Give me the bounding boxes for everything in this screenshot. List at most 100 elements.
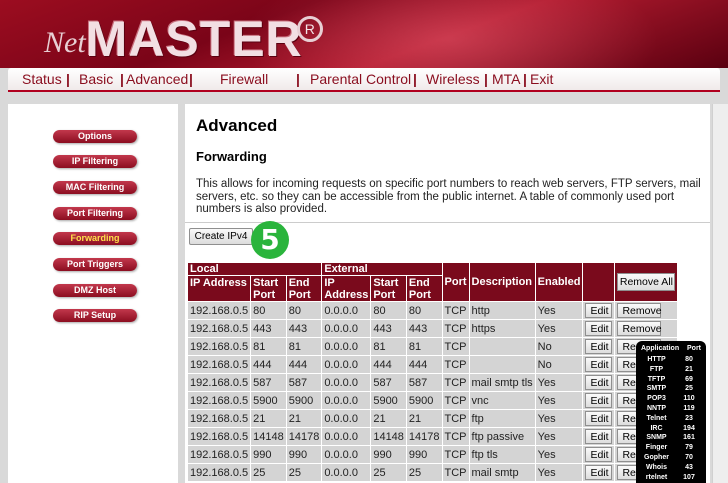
table-cell: 25 bbox=[370, 463, 407, 482]
edit-button[interactable]: Edit bbox=[585, 375, 613, 390]
sidebar-port-triggers[interactable]: Port Triggers bbox=[53, 258, 137, 271]
nav-separator: | bbox=[523, 71, 527, 87]
port-ref-row: SNMP 161 bbox=[636, 433, 706, 443]
nav-firewall[interactable]: Firewall bbox=[220, 71, 268, 87]
table-cell: 443 bbox=[405, 319, 443, 338]
port-ref-row: Telnet 23 bbox=[636, 414, 706, 424]
sidebar-forwarding[interactable]: Forwarding bbox=[53, 232, 137, 245]
col-header-local-start: Start Port bbox=[250, 275, 287, 302]
table-cell: 192.168.0.5 bbox=[186, 373, 252, 392]
edit-cell: Edit bbox=[582, 301, 616, 320]
table-cell: 81 bbox=[405, 337, 443, 356]
group-header-local: Local bbox=[186, 262, 323, 276]
table-cell: 14178 bbox=[285, 427, 323, 446]
step-badge: 5 bbox=[251, 221, 289, 259]
table-cell: 192.168.0.5 bbox=[186, 301, 252, 320]
col-header-description: Description bbox=[468, 262, 536, 302]
sidebar-port-filtering[interactable]: Port Filtering bbox=[53, 207, 137, 220]
port-reference-panel: Application Port HTTP 80 FTP 21 TFTP 69 SMTP 25… bbox=[636, 341, 706, 483]
port-ref-app: Telnet bbox=[646, 414, 667, 422]
port-ref-port: 43 bbox=[685, 463, 693, 471]
port-ref-port: 110 bbox=[683, 395, 695, 403]
top-nav: Status | Basic | Advanced | Firewall | P… bbox=[8, 68, 720, 92]
edit-button[interactable]: Edit bbox=[585, 303, 613, 318]
sidebar-ip-filtering[interactable]: IP Filtering bbox=[53, 155, 137, 168]
edit-button[interactable]: Edit bbox=[585, 429, 613, 444]
table-cell: 192.168.0.5 bbox=[186, 319, 252, 338]
table-cell: 990 bbox=[250, 445, 287, 464]
port-ref-port: 70 bbox=[685, 453, 693, 461]
port-ref-app: Whois bbox=[646, 463, 667, 471]
table-cell: 587 bbox=[250, 373, 287, 392]
table-row: 192.168.0.5 25 25 0.0.0.0 25 25 TCP mail smtp Ye… bbox=[186, 463, 679, 482]
table-cell: 5900 bbox=[405, 391, 443, 410]
table-cell: Yes bbox=[534, 427, 584, 446]
table-cell: 25 bbox=[285, 463, 323, 482]
col-header-remove: Remove All bbox=[614, 262, 679, 302]
nav-parental-control[interactable]: Parental Control bbox=[310, 71, 411, 87]
edit-button[interactable]: Edit bbox=[585, 339, 613, 354]
table-cell: 81 bbox=[370, 337, 407, 356]
nav-advanced[interactable]: Advanced bbox=[126, 71, 188, 87]
page-scrollbar[interactable] bbox=[712, 104, 728, 483]
table-cell: 444 bbox=[370, 355, 407, 374]
port-ref-port: 119 bbox=[683, 404, 695, 412]
create-ipv4-button[interactable]: Create IPv4 bbox=[189, 228, 253, 245]
port-ref-app: SMTP bbox=[646, 385, 667, 393]
table-cell: 444 bbox=[250, 355, 287, 374]
page-title: Advanced bbox=[196, 116, 278, 135]
table-cell: 0.0.0.0 bbox=[321, 445, 372, 464]
table-cell: 14148 bbox=[370, 427, 407, 446]
nav-basic[interactable]: Basic bbox=[79, 71, 113, 87]
edit-button[interactable]: Edit bbox=[585, 357, 613, 372]
table-cell: 443 bbox=[370, 319, 407, 338]
table-cell: No bbox=[534, 337, 584, 356]
table-cell: TCP bbox=[441, 409, 470, 428]
port-ref-row: IRC 194 bbox=[636, 424, 706, 434]
remove-all-button[interactable]: Remove All bbox=[617, 273, 676, 291]
port-ref-app: Gopher bbox=[644, 453, 669, 461]
logo-net: Net bbox=[44, 26, 86, 59]
sidebar-options[interactable]: Options bbox=[53, 130, 137, 143]
remove-button[interactable]: Remove bbox=[617, 321, 662, 336]
nav-mta[interactable]: MTA bbox=[492, 71, 521, 87]
port-ref-header-app: Application bbox=[641, 345, 680, 352]
remove-button[interactable]: Remove bbox=[617, 303, 662, 318]
col-header-external-end: End Port bbox=[405, 275, 443, 302]
table-cell: 587 bbox=[285, 373, 323, 392]
port-ref-app: IRC bbox=[650, 424, 663, 432]
table-cell bbox=[468, 355, 536, 374]
table-cell: 990 bbox=[405, 445, 443, 464]
col-header-external-start: Start Port bbox=[370, 275, 407, 302]
edit-button[interactable]: Edit bbox=[585, 393, 613, 408]
port-ref-app: NNTP bbox=[646, 404, 667, 412]
edit-button[interactable]: Edit bbox=[585, 465, 613, 480]
edit-button[interactable]: Edit bbox=[585, 321, 613, 336]
table-cell: ftp bbox=[468, 409, 536, 428]
table-cell: vnc bbox=[468, 391, 536, 410]
port-ref-port: 79 bbox=[685, 444, 693, 452]
edit-cell: Edit bbox=[582, 463, 616, 482]
table-cell: Yes bbox=[534, 373, 584, 392]
nav-separator: | bbox=[120, 71, 124, 87]
sidebar-rip-setup[interactable]: RIP Setup bbox=[53, 309, 137, 322]
edit-button[interactable]: Edit bbox=[585, 411, 613, 426]
table-cell: 0.0.0.0 bbox=[321, 355, 372, 374]
sidebar-dmz-host[interactable]: DMZ Host bbox=[53, 284, 137, 297]
sidebar-mac-filtering[interactable]: MAC Filtering bbox=[53, 181, 137, 194]
table-cell: TCP bbox=[441, 463, 470, 482]
nav-exit[interactable]: Exit bbox=[530, 71, 553, 87]
table-cell: Yes bbox=[534, 391, 584, 410]
table-cell bbox=[468, 337, 536, 356]
table-cell: Yes bbox=[534, 463, 584, 482]
port-ref-port: 69 bbox=[685, 375, 693, 383]
nav-separator: | bbox=[189, 71, 193, 87]
port-ref-port: 23 bbox=[685, 414, 693, 422]
table-cell: Yes bbox=[534, 409, 584, 428]
table-cell: 444 bbox=[285, 355, 323, 374]
table-cell: TCP bbox=[441, 337, 470, 356]
nav-wireless[interactable]: Wireless bbox=[426, 71, 480, 87]
nav-status[interactable]: Status bbox=[22, 71, 62, 87]
edit-button[interactable]: Edit bbox=[585, 447, 613, 462]
header-banner: NetMASTER R bbox=[0, 0, 728, 68]
